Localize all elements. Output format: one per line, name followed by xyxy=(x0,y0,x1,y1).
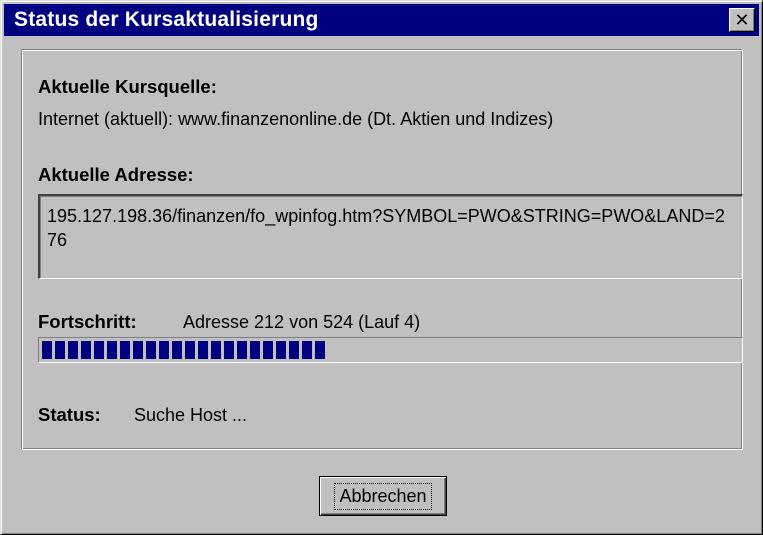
source-label: Aktuelle Kursquelle: xyxy=(38,76,217,97)
progress-bar-fill xyxy=(42,341,325,359)
dialog-title: Status der Kursaktualisierung xyxy=(14,8,319,31)
status-label: Status: xyxy=(38,404,101,425)
status-dialog: Status der Kursaktualisierung ✕ Aktuelle… xyxy=(0,0,763,535)
progress-bar xyxy=(38,337,743,363)
address-value: 195.127.198.36/finanzen/fo_wpinfog.htm?S… xyxy=(47,206,725,250)
address-label: Aktuelle Adresse: xyxy=(38,164,194,185)
progress-text: Adresse 212 von 524 (Lauf 4) xyxy=(183,312,421,332)
title-bar[interactable]: Status der Kursaktualisierung ✕ xyxy=(4,4,759,36)
cancel-button-label: Abbrechen xyxy=(334,482,432,510)
status-value: Suche Host ... xyxy=(134,405,248,425)
source-value: Internet (aktuell): www.finanzenonline.d… xyxy=(38,109,554,129)
close-icon[interactable]: ✕ xyxy=(729,8,755,32)
address-field: 195.127.198.36/finanzen/fo_wpinfog.htm?S… xyxy=(38,194,743,279)
cancel-button[interactable]: Abbrechen xyxy=(319,476,447,516)
progress-label: Fortschritt: xyxy=(38,311,137,332)
